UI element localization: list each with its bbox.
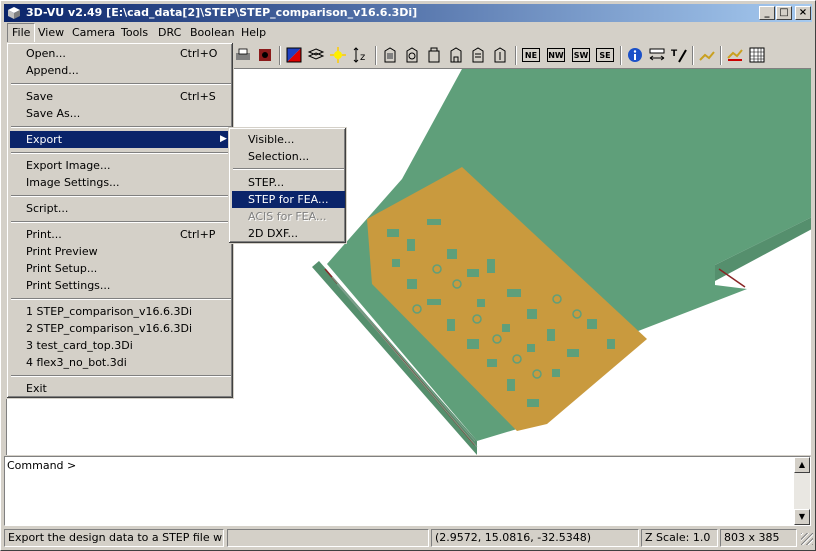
menu-item-export-step[interactable]: STEP... <box>232 174 345 191</box>
text-pencil-icon[interactable]: T <box>670 46 688 64</box>
toolbar: z NE NW SW SE T <box>234 43 814 68</box>
command-label: Command > <box>7 459 77 472</box>
resize-grip-icon[interactable] <box>801 533 813 545</box>
view-top-icon[interactable] <box>381 46 399 64</box>
menu-item-export[interactable]: Export ▶ <box>10 131 232 148</box>
scroll-down-icon[interactable]: ▼ <box>794 509 810 525</box>
menu-item-image-settings[interactable]: Image Settings... <box>10 174 232 191</box>
scroll-up-icon[interactable]: ▲ <box>794 457 810 473</box>
menu-item-recent-3[interactable]: 3 test_card_top.3Di <box>10 337 232 354</box>
svg-text:z: z <box>360 52 365 63</box>
view-right-icon[interactable] <box>491 46 509 64</box>
menu-item-recent-1[interactable]: 1 STEP_comparison_v16.6.3Di <box>10 303 232 320</box>
status-bar: Export the design data to a STEP file wi… <box>4 529 814 548</box>
status-empty <box>227 529 429 547</box>
title-bar: 3D-VU v2.49 [E:\cad_data[2]\STEP\STEP_co… <box>4 4 812 22</box>
maximize-button[interactable]: □ <box>776 6 792 20</box>
menu-item-save-as[interactable]: Save As... <box>10 105 232 122</box>
status-zscale: Z Scale: 1.0 <box>641 529 718 547</box>
menu-help[interactable]: Help <box>237 24 270 42</box>
menu-item-export-image[interactable]: Export Image... <box>10 157 232 174</box>
trace-icon[interactable] <box>698 46 716 64</box>
app-icon <box>8 7 20 19</box>
status-coords: (2.9572, 15.0816, -32.5348) <box>431 529 639 547</box>
svg-text:T: T <box>671 49 678 59</box>
menu-item-append[interactable]: Append... <box>10 62 232 79</box>
menu-item-save[interactable]: Save Ctrl+S <box>10 88 232 105</box>
file-menu: Open... Ctrl+O Append... Save Ctrl+S Save … <box>6 42 234 399</box>
menu-item-print-settings[interactable]: Print Settings... <box>10 277 232 294</box>
print-icon[interactable] <box>234 46 252 64</box>
minimize-button[interactable]: _ <box>759 6 775 20</box>
menu-item-export-acis-fea: ACIS for FEA... <box>248 210 327 223</box>
command-scrollbar[interactable]: ▲ ▼ <box>794 457 810 525</box>
menu-item-exit[interactable]: Exit <box>10 380 232 397</box>
view-nw-button[interactable]: NW <box>547 48 565 62</box>
status-message: Export the design data to a STEP file wi… <box>4 529 224 547</box>
view-sw-button[interactable]: SW <box>572 48 590 62</box>
export-submenu: Visible... Selection... STEP... STEP for… <box>228 127 347 244</box>
menu-item-export-selection[interactable]: Selection... <box>232 148 345 165</box>
view-bottom-icon[interactable] <box>403 46 421 64</box>
menu-item-print-preview[interactable]: Print Preview <box>10 243 232 260</box>
view-ne-button[interactable]: NE <box>522 48 540 62</box>
film-icon[interactable] <box>256 46 274 64</box>
app-window: 3D-VU v2.49 [E:\cad_data[2]\STEP\STEP_co… <box>0 0 816 551</box>
menu-item-recent-2[interactable]: 2 STEP_comparison_v16.6.3Di <box>10 320 232 337</box>
menu-item-print[interactable]: Print... Ctrl+P <box>10 226 232 243</box>
view-left-icon[interactable] <box>469 46 487 64</box>
submenu-arrow-icon: ▶ <box>220 134 227 144</box>
net-highlight-icon[interactable] <box>726 46 744 64</box>
menu-tools[interactable]: Tools <box>117 24 152 42</box>
menu-camera[interactable]: Camera <box>68 24 119 42</box>
menu-item-print-setup[interactable]: Print Setup... <box>10 260 232 277</box>
measure-icon[interactable] <box>648 46 666 64</box>
menu-boolean[interactable]: Boolean <box>186 24 239 42</box>
zscale-icon[interactable]: z <box>351 46 369 64</box>
view-front-icon[interactable] <box>425 46 443 64</box>
menu-view[interactable]: View <box>34 24 68 42</box>
command-panel[interactable]: Command > ▲ ▼ <box>4 456 811 526</box>
menu-item-export-visible[interactable]: Visible... <box>232 131 345 148</box>
menu-item-recent-4[interactable]: 4 flex3_no_bot.3di <box>10 354 232 371</box>
layers-icon[interactable] <box>307 46 325 64</box>
window-title: 3D-VU v2.49 [E:\cad_data[2]\STEP\STEP_co… <box>26 6 418 19</box>
status-viewport-size: 803 x 385 <box>720 529 797 547</box>
menu-file[interactable]: File <box>7 23 36 43</box>
close-button[interactable]: × <box>795 6 811 20</box>
color-icon[interactable] <box>285 46 303 64</box>
menu-drc[interactable]: DRC <box>154 24 185 42</box>
menu-item-open[interactable]: Open... Ctrl+O <box>10 45 232 62</box>
menu-item-export-dxf[interactable]: 2D DXF... <box>232 225 345 242</box>
view-se-button[interactable]: SE <box>596 48 614 62</box>
view-back-icon[interactable] <box>447 46 465 64</box>
menu-item-export-step-fea[interactable]: STEP for FEA... <box>232 191 345 208</box>
menu-bar: File View Camera Tools DRC Boolean Help <box>4 23 814 43</box>
light-icon[interactable] <box>329 46 347 64</box>
grid-icon[interactable] <box>748 46 766 64</box>
info-icon[interactable] <box>626 46 644 64</box>
menu-item-script[interactable]: Script... <box>10 200 232 217</box>
